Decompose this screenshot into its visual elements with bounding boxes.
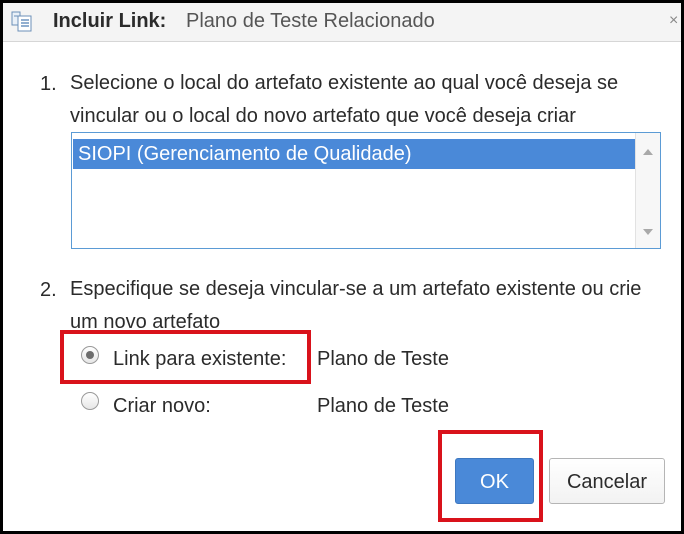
link-dialog-icon [11,11,33,33]
close-icon[interactable]: × [669,11,681,31]
radio-create-new-label[interactable]: Criar novo: [113,395,211,418]
link-existing-artifact-type: Plano de Teste [317,348,449,370]
dialog-title: Plano de Teste Relacionado [186,10,435,32]
ok-button[interactable]: OK [455,458,534,504]
dialog-title-prefix: Incluir Link: [53,10,167,32]
create-new-artifact-type: Plano de Teste [317,395,449,417]
radio-link-existing-label[interactable]: Link para existente: [113,348,286,371]
scroll-up-icon[interactable] [643,149,653,155]
listbox-scrollbar[interactable] [635,133,660,248]
radio-link-existing[interactable] [81,346,99,364]
radio-selected-dot [86,351,94,359]
scroll-down-icon[interactable] [643,229,653,235]
cancel-button[interactable]: Cancelar [549,458,665,504]
dialog-titlebar: Incluir Link: Plano de Teste Relacionado… [3,3,681,42]
step2-number: 2. [40,279,57,301]
step1-number: 1. [40,73,57,95]
list-item[interactable]: SIOPI (Gerenciamento de Qualidade) [73,139,636,169]
link-dialog: Incluir Link: Plano de Teste Relacionado… [0,0,684,534]
location-listbox[interactable]: SIOPI (Gerenciamento de Qualidade) [71,132,661,249]
radio-create-new[interactable] [81,392,99,410]
step1-instruction: Selecione o local do artefato existente … [70,72,619,127]
